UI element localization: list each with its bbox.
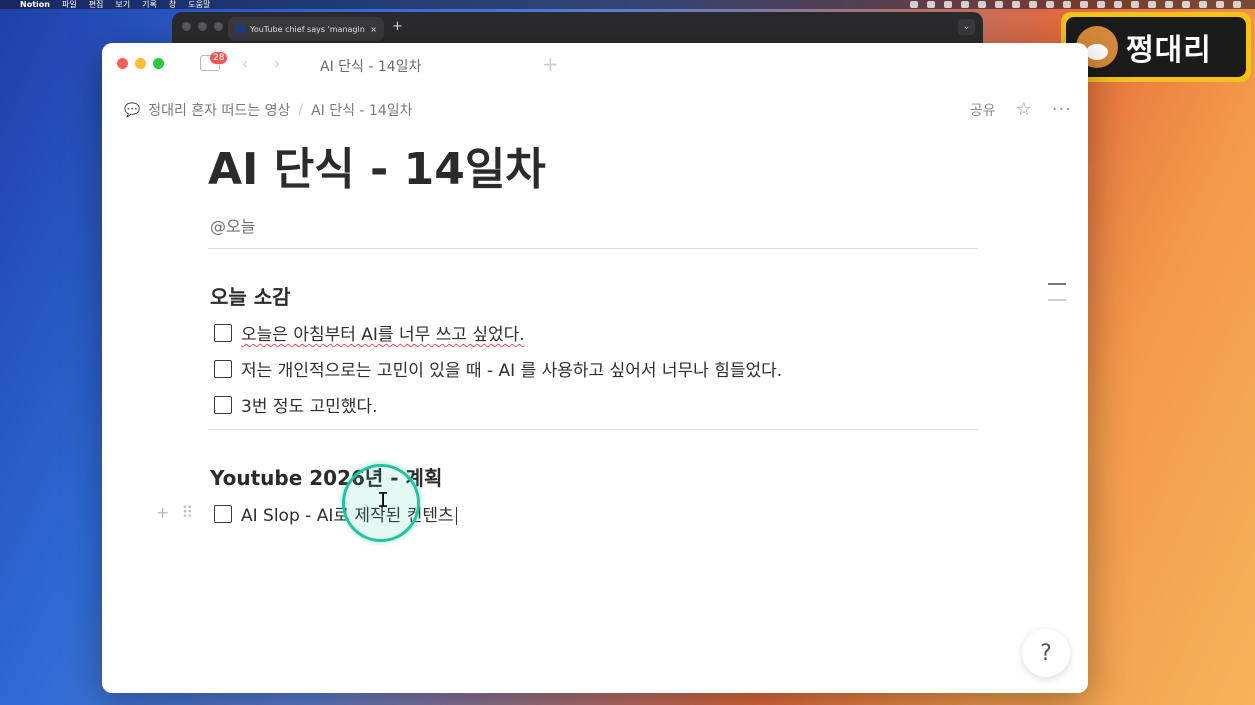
menubar: Notion 파일 편집 보기 기록 창 도움말 [0,0,1255,9]
status-icon[interactable] [927,1,935,8]
favicon-icon [235,25,245,33]
text-cursor-icon: I [377,488,390,512]
tab-close-icon[interactable]: × [370,25,377,34]
status-icon[interactable] [1131,1,1139,8]
menubar-item-file[interactable]: 파일 [62,0,77,10]
status-icon[interactable] [1216,1,1224,8]
todo-text-content[interactable]: 3번 정도 고민했다. [241,392,378,417]
status-icon[interactable] [1114,1,1122,8]
checkbox[interactable] [214,359,232,378]
status-icons [910,1,1255,8]
status-icon[interactable] [1063,1,1071,8]
status-icon[interactable] [1046,1,1054,8]
tab-title[interactable]: AI 단식 - 14일차 [320,56,421,76]
table-of-contents-marker[interactable] [1048,299,1066,301]
tab-list-dropdown-icon[interactable]: ⌄ [958,19,975,35]
zoom-window-icon[interactable] [153,58,164,69]
menubar-item-edit[interactable]: 편집 [89,0,104,10]
zoom-window-icon[interactable] [214,22,223,31]
menubar-item-window[interactable]: 창 [169,0,176,10]
todo-item[interactable]: 저는 개인적으로는 고민이 있을 때 - AI 를 사용하고 싶어서 너무나 힘… [214,356,782,381]
close-window-icon[interactable] [117,58,128,69]
status-icon[interactable] [961,1,969,8]
channel-logo-inner: 쩡대리 [1066,17,1246,77]
channel-logo-name: 쩡대리 [1126,33,1212,68]
menubar-item-view[interactable]: 보기 [115,0,130,10]
status-icon[interactable] [910,1,918,8]
share-button[interactable]: 공유 [970,100,996,120]
browser-tab-title: YouTube chief says 'managing... [250,24,366,34]
star-icon[interactable]: ☆ [1016,99,1032,120]
checkbox[interactable] [214,395,232,414]
breadcrumb: 💬 정대리 혼자 떠드는 영상 / AI 단식 - 14일차 [124,100,413,120]
status-icon[interactable] [1080,1,1088,8]
status-icon[interactable] [1148,1,1156,8]
breadcrumb-separator: / [298,102,304,118]
date-mention[interactable]: @오늘 [210,213,255,237]
browser-traffic-lights [182,22,223,31]
channel-logo: 쩡대리 [1061,12,1251,82]
status-icon[interactable] [1012,1,1020,8]
todo-item[interactable]: 3번 정도 고민했다. [214,392,378,417]
todo-item[interactable]: 오늘은 아침부터 AI를 너무 쓰고 싶었다. [214,320,525,345]
back-arrow-icon[interactable]: ‹ [242,54,248,73]
status-icon[interactable] [995,1,1003,8]
todo-text[interactable]: 오늘은 아침부터 AI를 너무 쓰고 싶었다. [241,320,525,345]
page-actions: 공유 ☆ ··· [970,99,1072,120]
minimize-window-icon[interactable] [198,22,207,31]
notification-badge: 28 [210,52,228,64]
breadcrumb-parent[interactable]: 정대리 혼자 떠드는 영상 [148,100,290,120]
text-caret [455,507,457,525]
status-icon[interactable] [1233,1,1241,8]
breadcrumb-current[interactable]: AI 단식 - 14일차 [311,100,412,120]
menubar-item-history[interactable]: 기록 [142,0,157,10]
help-button[interactable]: ? [1022,629,1070,677]
table-of-contents-marker[interactable] [1048,283,1066,285]
close-window-icon[interactable] [182,22,191,31]
new-tab-button[interactable]: + [542,52,559,76]
new-tab-button[interactable]: + [392,19,403,34]
speech-bubble-icon: 💬 [124,102,141,118]
more-options-icon[interactable]: ··· [1052,99,1072,120]
block-handle: + ⠿ [156,503,193,522]
todo-text-content[interactable]: 저는 개인적으로는 고민이 있을 때 - AI 를 사용하고 싶어서 너무나 힘… [241,356,782,381]
divider [208,248,978,249]
checkbox[interactable] [214,323,232,342]
status-icon[interactable] [944,1,952,8]
status-icon[interactable] [1165,1,1173,8]
add-block-icon[interactable]: + [156,503,169,522]
status-icon[interactable] [1029,1,1037,8]
notion-window: 28 ‹ › AI 단식 - 14일차 + 💬 정대리 혼자 떠드는 영상 / … [102,43,1088,693]
traffic-lights [117,58,164,69]
status-icon[interactable] [1182,1,1190,8]
page-title[interactable]: AI 단식 - 14일차 [208,133,546,197]
menubar-app-name[interactable]: Notion [20,0,50,9]
checkbox[interactable] [214,504,232,523]
todo-text-content: 오늘은 아침부터 AI를 너무 쓰고 싶었다. [241,325,525,345]
section-heading[interactable]: 오늘 소감 [210,281,291,310]
browser-tab[interactable]: YouTube chief says 'managing... × [228,17,384,41]
titlebar: 28 ‹ › AI 단식 - 14일차 + [102,43,1088,85]
status-icon[interactable] [1199,1,1207,8]
status-icon[interactable] [1097,1,1105,8]
forward-arrow-icon[interactable]: › [274,54,280,73]
drag-handle-icon[interactable]: ⠿ [181,503,193,522]
menubar-item-help[interactable]: 도움말 [188,0,210,10]
todo-item[interactable]: AI Slop - AI로 제작된 컨텐츠 [214,501,457,526]
help-icon: ? [1040,640,1052,666]
minimize-window-icon[interactable] [135,58,146,69]
divider [208,429,978,430]
status-icon[interactable] [978,1,986,8]
